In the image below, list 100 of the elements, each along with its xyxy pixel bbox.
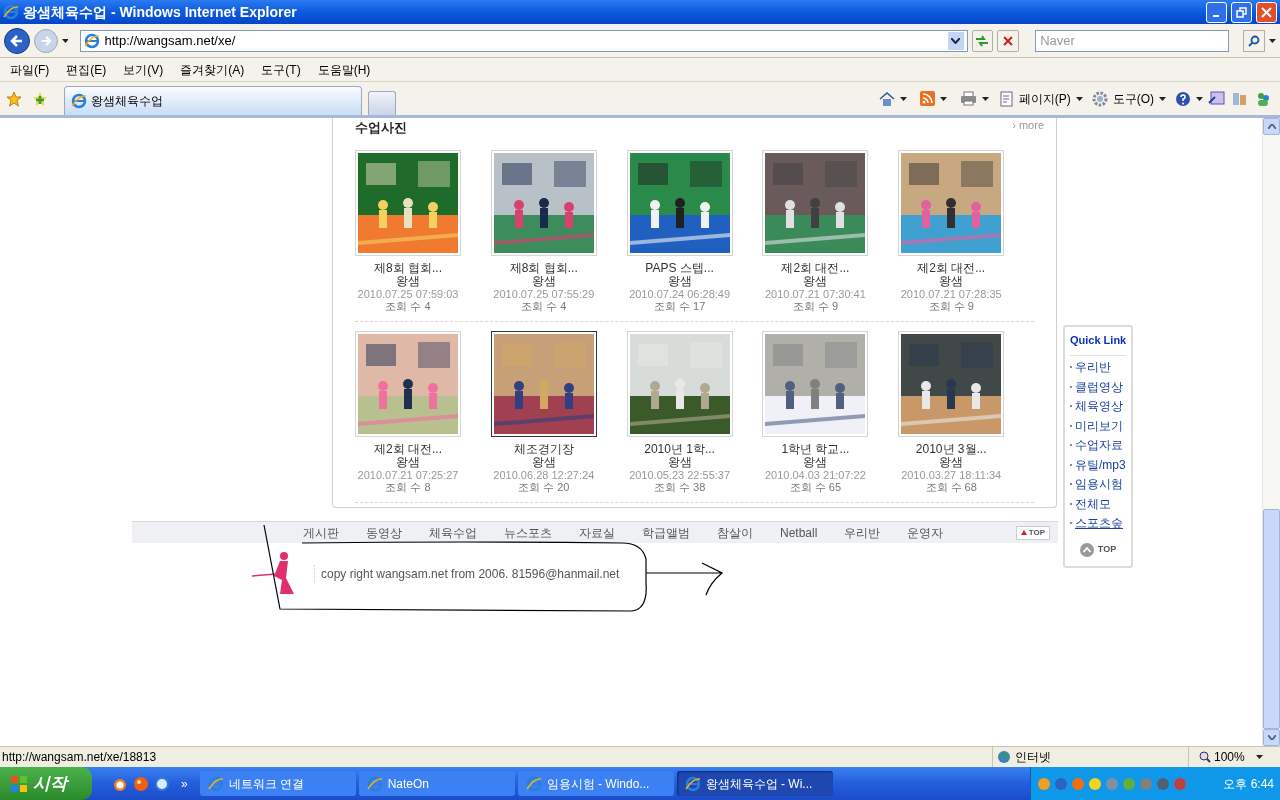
photo-title[interactable]: PAPS 스텝... — [645, 261, 714, 275]
photo-author: 왕샘 — [803, 456, 828, 469]
photo-title[interactable]: 2010년 1학... — [644, 442, 715, 456]
nav-link[interactable]: 우리반 — [844, 523, 881, 542]
zoom-icon[interactable] — [1199, 751, 1211, 763]
photo-date: 2010.07.25 07:55:29 — [493, 288, 595, 300]
menu-item[interactable]: 도움말(H) — [317, 60, 371, 79]
photo-title[interactable]: 2010년 3월... — [915, 442, 987, 456]
favorites-star-icon[interactable] — [6, 90, 22, 107]
caret-icon[interactable] — [61, 38, 69, 43]
quick-link[interactable]: 스포츠숲 — [1070, 513, 1126, 533]
dropdown-button[interactable] — [947, 31, 964, 50]
search-field[interactable]: Naver — [1035, 29, 1230, 52]
caret-icon[interactable] — [1196, 96, 1203, 101]
printer-icon[interactable] — [959, 91, 977, 106]
nav-link[interactable]: 운영자 — [907, 523, 944, 542]
photo-title[interactable]: 체조경기장 — [513, 442, 574, 456]
back-button[interactable] — [4, 27, 30, 54]
home-icon[interactable] — [878, 90, 895, 107]
chevron-down-icon[interactable] — [951, 37, 961, 44]
restore-icon[interactable] — [1236, 6, 1247, 18]
menu-item[interactable]: 편집(E) — [66, 60, 107, 79]
refresh-button[interactable] — [971, 29, 994, 52]
stop-button[interactable] — [997, 29, 1020, 52]
photo-author: 왕샘 — [396, 275, 420, 288]
menu-item[interactable]: 도구(T) — [261, 60, 301, 79]
nav-link[interactable]: 뉴스포츠 — [504, 523, 552, 542]
nav-link[interactable]: 게시판 — [303, 523, 339, 542]
photo-title[interactable]: 제2회 대전... — [781, 261, 850, 275]
quick-link[interactable]: 체육영상 — [1070, 396, 1126, 416]
photo-date: 2010.07.21 07:25:27 — [357, 469, 459, 481]
zoom-level[interactable]: 100% — [1214, 748, 1245, 766]
nav-link[interactable]: Netball — [780, 523, 818, 542]
restore-button[interactable] — [1231, 1, 1252, 23]
quick-link-title: Quick Link — [1070, 332, 1126, 356]
view-count: 조회 수 9 — [928, 300, 974, 312]
top-button[interactable]: TOP — [1015, 525, 1050, 540]
photo-title[interactable]: 1학년 학교... — [781, 442, 850, 456]
top-button[interactable]: TOP — [1079, 543, 1117, 557]
nav-link[interactable]: 동영상 — [366, 523, 402, 542]
caret-icon[interactable] — [1269, 38, 1276, 43]
taskbar-button[interactable]: 왕샘체육수업 - Wi... — [676, 771, 833, 796]
caret-icon[interactable] — [981, 96, 989, 101]
address-field[interactable]: http://wangsam.net/xe/ — [80, 29, 968, 52]
scroll-up-icon[interactable] — [1267, 124, 1276, 129]
close-button[interactable] — [1256, 1, 1277, 23]
app-icon — [525, 775, 542, 792]
view-count: 조회 수 38 — [653, 481, 706, 493]
quick-link[interactable]: 우리반 — [1070, 357, 1126, 377]
search-button[interactable] — [1243, 29, 1266, 52]
taskbar-button[interactable]: 네트워크 연결 — [199, 771, 356, 796]
back-arrow-icon[interactable] — [9, 33, 24, 48]
search-icon[interactable] — [1248, 34, 1261, 47]
photo-date: 2010.04.03 21:07:22 — [764, 469, 866, 481]
caret-icon[interactable] — [1159, 96, 1166, 101]
refresh-icon[interactable] — [975, 34, 990, 47]
taskbar-button[interactable]: 임용시험 - Windo... — [517, 771, 674, 796]
ie-icon[interactable] — [154, 775, 170, 792]
page-menu[interactable]: 페이지(P) — [1018, 89, 1071, 108]
view-count: 조회 수 9 — [792, 300, 838, 312]
scroll-down-icon[interactable] — [1267, 735, 1276, 740]
gear-icon[interactable] — [1091, 90, 1108, 107]
quick-link[interactable]: 클럽영상 — [1070, 377, 1126, 397]
photo-date: 2010.07.21 07:28:35 — [900, 288, 1002, 300]
taskbar-button[interactable]: NateOn — [358, 771, 515, 796]
tools-menu[interactable]: 도구(O) — [1112, 89, 1154, 108]
add-favorite-icon[interactable] — [32, 90, 48, 107]
scrollbar[interactable] — [1262, 118, 1280, 746]
nav-link[interactable]: 학급앨범 — [642, 523, 690, 542]
caret-icon[interactable] — [1075, 96, 1083, 101]
quick-link[interactable]: 유틸/mp3 — [1070, 455, 1126, 475]
photo-title[interactable]: 제2회 대전... — [374, 442, 442, 456]
caret-icon[interactable] — [1255, 755, 1263, 759]
nav-link[interactable]: 자료실 — [579, 523, 615, 542]
browser-tab[interactable]: 왕샘체육수업 — [64, 86, 362, 115]
photo-title[interactable]: 제8회 협회... — [509, 261, 578, 275]
app-icon — [366, 775, 383, 792]
menu-item[interactable]: 즐겨찾기(A) — [180, 60, 245, 79]
minimize-button[interactable] — [1206, 1, 1227, 23]
quick-link[interactable]: 미리보기 — [1070, 416, 1126, 436]
photo-title[interactable]: 제2회 대전... — [917, 261, 986, 275]
quick-link[interactable]: 수업자료 — [1070, 435, 1126, 455]
photo-title[interactable]: 제8회 협회... — [374, 261, 442, 275]
quick-link[interactable]: 임용시험 — [1070, 474, 1126, 494]
caret-icon[interactable] — [899, 96, 907, 101]
close-icon[interactable] — [1261, 6, 1272, 18]
nav-link[interactable]: 참살이 — [717, 523, 753, 542]
photo-author: 왕샘 — [667, 456, 692, 469]
nav-link[interactable]: 체육수업 — [429, 523, 477, 542]
menu-item[interactable]: 파일(F) — [10, 60, 50, 79]
app-icon[interactable] — [133, 775, 149, 792]
stop-icon[interactable] — [1003, 35, 1014, 46]
photo-date: 2010.05.23 22:55:37 — [629, 469, 731, 481]
url-text: http://wangsam.net/xe/ — [104, 31, 237, 50]
caret-icon[interactable] — [939, 96, 947, 101]
more-button[interactable]: » — [181, 774, 188, 793]
menu-item[interactable]: 보기(V) — [123, 60, 164, 79]
page-icon — [84, 32, 101, 49]
quick-link[interactable]: 전체모 — [1070, 494, 1126, 514]
help-icon[interactable] — [1175, 90, 1191, 107]
